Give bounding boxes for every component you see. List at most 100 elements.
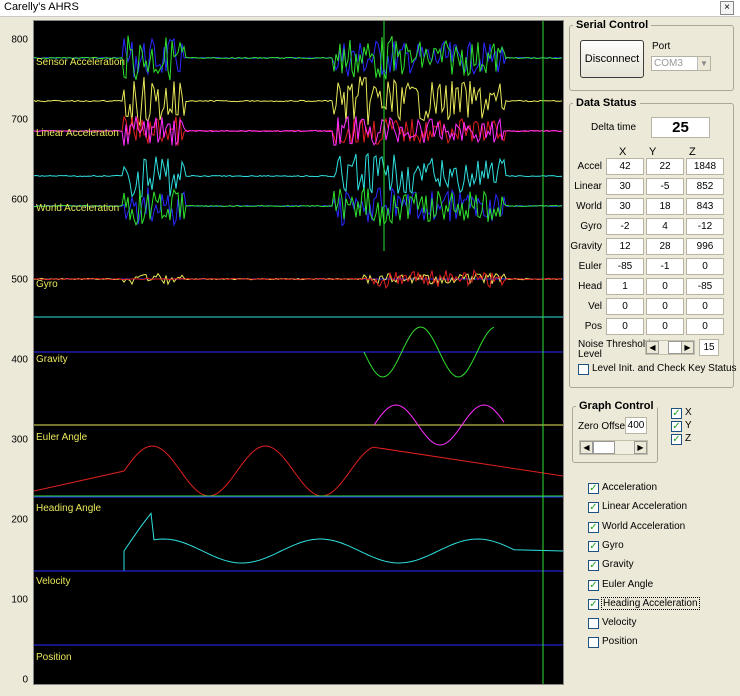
value-cell-z: -85 <box>686 278 724 295</box>
level-init-checkbox[interactable] <box>578 364 589 375</box>
value-cell-x: 30 <box>606 178 644 195</box>
plot-toggle-label[interactable]: Velocity <box>602 617 636 628</box>
chevron-down-icon[interactable]: ▼ <box>697 57 710 70</box>
value-cell-y: 22 <box>646 158 684 175</box>
zero-offset-value[interactable]: 400 <box>625 417 647 434</box>
scroll-left-icon[interactable]: ◀ <box>580 441 593 454</box>
y-tick-label: 300 <box>11 434 28 446</box>
plot-toggle-checkbox[interactable]: ✓ <box>588 579 599 591</box>
scroll-thumb[interactable] <box>668 341 682 354</box>
row-label: Accel <box>577 161 602 172</box>
row-label: Head <box>578 281 602 292</box>
graph-series-label: Linear Acceleraton <box>36 128 119 139</box>
y-tick-label: 200 <box>11 514 28 526</box>
axis-checkbox[interactable]: ✓ <box>671 421 682 432</box>
level-init-label: Level Init. and Check Key Status <box>592 363 737 374</box>
linear-accel-y-trace <box>34 152 563 199</box>
axis-checkbox-label: X <box>685 407 692 418</box>
data-status-title: Data Status <box>573 97 640 109</box>
graph-plot <box>34 21 563 684</box>
graph-series-label: Gyro <box>36 279 58 290</box>
title-bar: Carelly's AHRS × <box>0 0 740 17</box>
value-cell-y: 4 <box>646 218 684 235</box>
row-label: Gravity <box>570 241 602 252</box>
plot-toggle-label[interactable]: World Acceleration <box>602 521 685 532</box>
velocity-trace <box>34 512 563 572</box>
scroll-right-icon[interactable]: ▶ <box>681 341 694 354</box>
value-cell-z: 996 <box>686 238 724 255</box>
plot-toggle-checkbox[interactable]: ✓ <box>588 521 599 533</box>
graph-series-label: Velocity <box>36 576 71 587</box>
row-label: Gyro <box>580 221 602 232</box>
value-cell-z: 1848 <box>686 158 724 175</box>
euler-z-trace <box>34 445 563 497</box>
column-header: Y <box>649 146 657 158</box>
plot-toggle-label[interactable]: Position <box>602 636 638 647</box>
value-cell-x: 0 <box>606 318 644 335</box>
value-cell-y: 0 <box>646 318 684 335</box>
y-tick-label: 600 <box>11 194 28 206</box>
sensor-accel-x-trace <box>34 76 563 128</box>
value-cell-y: 18 <box>646 198 684 215</box>
plot-toggle-label[interactable]: Gyro <box>602 540 624 551</box>
axis-checkbox[interactable]: ✓ <box>671 434 682 445</box>
plot-toggle-label[interactable]: Heading Acceleration <box>601 596 700 610</box>
close-button[interactable]: × <box>720 1 734 15</box>
value-cell-z: 0 <box>686 318 724 335</box>
value-cell-x: 30 <box>606 198 644 215</box>
plot-toggle-checkbox[interactable]: ✓ <box>588 560 599 572</box>
graph-control-title: Graph Control <box>576 400 657 412</box>
plot-toggle-checkbox[interactable]: ✓ <box>588 483 599 494</box>
value-cell-y: -1 <box>646 258 684 275</box>
column-header: X <box>619 146 627 158</box>
graph-series-label: Position <box>36 652 72 663</box>
value-cell-x: 0 <box>606 298 644 315</box>
graph-series-label: Sensor Acceleration <box>36 57 125 68</box>
disconnect-button[interactable]: Disconnect <box>580 40 644 78</box>
plot-toggle-label[interactable]: Acceleration <box>602 482 657 493</box>
graph-series-label: Euler Angle <box>36 432 88 443</box>
row-label: Linear <box>574 181 602 192</box>
graph-series-label: Gravity <box>36 354 68 365</box>
axis-checkbox[interactable]: ✓ <box>671 408 682 419</box>
delta-time-label: Delta time <box>591 122 637 133</box>
zero-offset-scrollbar[interactable]: ◀ ▶ <box>579 440 648 455</box>
port-select[interactable]: COM3 ▼ <box>651 56 711 71</box>
value-cell-z: 843 <box>686 198 724 215</box>
plot-toggle-checkbox[interactable]: ✓ <box>588 540 599 552</box>
value-cell-x: 12 <box>606 238 644 255</box>
plot-toggle-label[interactable]: Linear Acceleration <box>602 501 687 512</box>
graph-series-label: Heading Angle <box>36 503 102 514</box>
graph-series-label: World Acceleration <box>36 203 120 214</box>
delta-time-value: 25 <box>651 117 710 138</box>
value-cell-y: -5 <box>646 178 684 195</box>
value-cell-z: -12 <box>686 218 724 235</box>
row-label: Pos <box>584 321 602 332</box>
y-tick-label: 400 <box>11 354 28 366</box>
y-tick-label: 800 <box>11 34 28 46</box>
y-tick-label: 100 <box>11 594 28 606</box>
row-label: Vel <box>588 301 602 312</box>
plot-toggle-checkbox[interactable]: ✓ <box>588 598 599 610</box>
y-tick-label: 700 <box>11 114 28 126</box>
window-title: Carelly's AHRS <box>4 1 79 13</box>
scroll-left-icon[interactable]: ◀ <box>646 341 659 354</box>
noise-threshold-value[interactable]: 15 <box>699 339 719 356</box>
scroll-thumb[interactable] <box>593 441 615 454</box>
plot-toggle-label[interactable]: Euler Angle <box>602 579 653 590</box>
row-label: Euler <box>578 261 602 272</box>
noise-level-label: Level <box>578 349 602 360</box>
value-cell-y: 28 <box>646 238 684 255</box>
port-value: COM3 <box>654 58 683 69</box>
zero-offset-label: Zero Offset <box>578 421 628 432</box>
scroll-right-icon[interactable]: ▶ <box>634 441 647 454</box>
y-axis: 800 700 600 500 400 300 200 100 0 <box>0 18 32 688</box>
plot-toggle-checkbox[interactable] <box>588 637 599 649</box>
plot-toggle-label[interactable]: Gravity <box>602 559 634 570</box>
row-label: World <box>576 201 602 212</box>
value-cell-z: 0 <box>686 258 724 275</box>
plot-toggle-checkbox[interactable] <box>588 618 599 630</box>
noise-threshold-scrollbar[interactable]: ◀ ▶ <box>645 340 695 355</box>
value-cell-z: 852 <box>686 178 724 195</box>
plot-toggle-checkbox[interactable]: ✓ <box>588 502 599 514</box>
